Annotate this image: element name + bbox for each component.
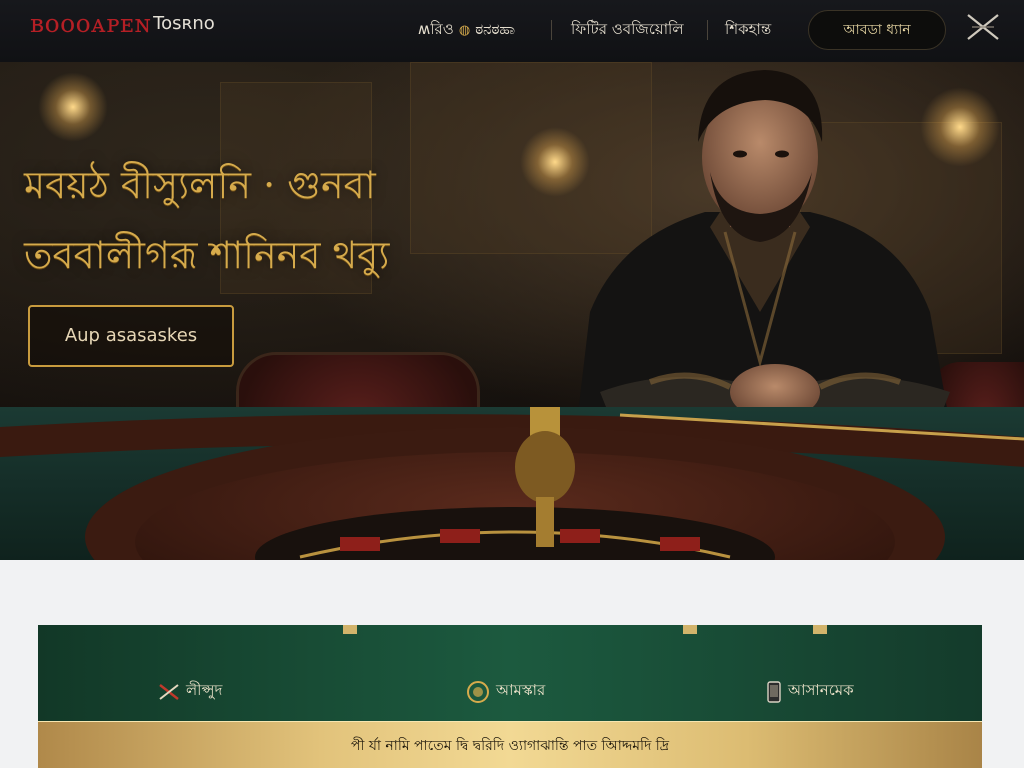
decor-tape <box>683 625 697 634</box>
roulette-table <box>0 407 1024 560</box>
decor-tape <box>813 625 827 634</box>
hero-headline-line-2: তববালীগরূ শানিনব থব্যু <box>24 233 390 277</box>
login-button[interactable]: আবডা ধ্যান <box>808 10 946 50</box>
promo-banner: পী র্যা নামি পাতেম দ্বি দ্বরিদি ও্যাগাঝা… <box>38 721 982 768</box>
promo-banner-text: পী র্যা নামি পাতেম দ্বি দ্বরিদি ও্যাগাঝা… <box>350 738 670 754</box>
nav-item-2[interactable]: ফিটির ওবজিয়োলি <box>571 18 684 43</box>
nav-item-1-label-b: ಠನಠಹಾ <box>475 20 516 38</box>
nav-divider <box>551 20 552 40</box>
decor-tape <box>343 625 357 634</box>
coin-icon <box>467 680 489 703</box>
tab-feature-2[interactable]: আমস্কার <box>466 679 545 705</box>
site-logo[interactable]: ʙᴏᴏᴏᴀᴘᴇɴ Tosʀno <box>30 9 215 49</box>
nav-item-2-label: ফিটির ওবজিয়োলি <box>571 20 684 38</box>
cross-swords-icon <box>159 683 179 700</box>
nav-item-3-label: শিকহান্ত <box>725 20 772 38</box>
tab-feature-3-label: আসানমেক <box>788 681 854 699</box>
tab-feature-3[interactable]: আসানমেক <box>766 679 854 705</box>
logo-wordmark: ʙᴏᴏᴏᴀᴘᴇɴ <box>30 9 152 38</box>
nav-divider <box>707 20 708 40</box>
nav-item-1-label-a: ʍরিও <box>418 20 454 38</box>
nav-item-3[interactable]: শিকহান্ত <box>725 18 771 43</box>
nav-item-1[interactable]: ʍরিও ◍ ಠನಠಹಾ <box>418 18 515 43</box>
tab-feature-2-label: আমস্কার <box>496 681 546 699</box>
logo-suffix: Tosʀno <box>153 13 215 34</box>
top-navigation-bar: ʙᴏᴏᴏᴀᴘᴇɴ Tosʀno ʍরিও ◍ ಠನಠಹಾ ফিটির ওবজিয়োল… <box>0 0 1024 63</box>
hero-banner: মবয়ঠ বীস্যুলনি · গুনবা তববালীগরূ শানিনব… <box>0 62 1024 560</box>
hero-headline-line-1: মবয়ঠ বীস্যুলনি · গুনবা <box>24 163 376 207</box>
phone-icon <box>767 680 781 703</box>
feature-panel: লীপ্সুদ আমস্কার আসানমেক পী র্যা নামি পাত… <box>38 625 982 768</box>
hero-headline: মবয়ঠ বীস্যুলনি · গুনবা তববালীগরূ শানিনব… <box>24 150 604 290</box>
hero-cta-button[interactable]: Aup asasaskes <box>28 305 234 367</box>
coin-icon: ◍ <box>458 23 471 38</box>
tab-feature-1-label: লীপ্সুদ <box>186 681 223 699</box>
tab-feature-1[interactable]: লীপ্সুদ <box>158 679 222 705</box>
wall-lamp <box>38 72 108 142</box>
close-cross-icon[interactable] <box>962 11 1004 43</box>
